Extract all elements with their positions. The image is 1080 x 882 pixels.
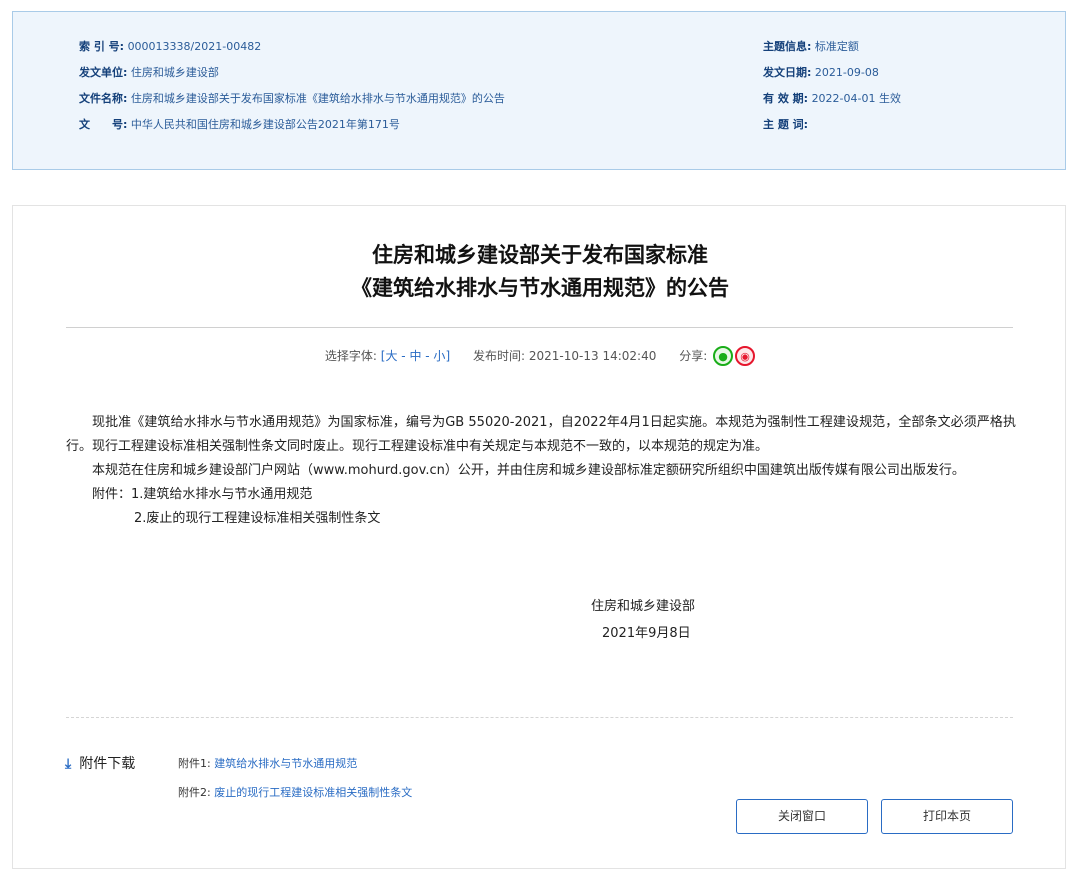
article-meta-bar: 选择字体: [大 - 中 - 小] 发布时间: 2021-10-13 14:02… [13, 345, 1067, 367]
weibo-share-icon[interactable]: ◉ [735, 345, 756, 366]
article-paragraph: 现批准《建筑给水排水与节水通用规范》为国家标准，编号为GB 55020-2021… [66, 415, 1016, 454]
issuer-row: 发文单位: 住房和城乡建设部 [79, 66, 219, 80]
print-page-button[interactable]: 打印本页 [881, 799, 1013, 834]
docno-value: 中华人民共和国住房和城乡建设部公告2021年第171号 [130, 118, 400, 131]
index-number-row: 索 引 号: 000013338/2021-00482 [79, 40, 261, 54]
attachment-link[interactable]: 建筑给水排水与节水通用规范 [214, 757, 357, 770]
docno-row: 文 号: 中华人民共和国住房和城乡建设部公告2021年第171号 [79, 118, 400, 132]
signature-date: 2021年9月8日 [602, 626, 691, 641]
attachments-heading-label: 附件下载 [79, 756, 136, 772]
share-label: 分享: [679, 349, 708, 363]
attachment-item: 附件2: 废止的现行工程建设标准相关强制性条文 [178, 784, 412, 800]
docno-label: 文 号: [79, 118, 128, 131]
article-paragraph: 本规范在住房和城乡建设部门户网站（www.mohurd.gov.cn）公开，并由… [92, 463, 965, 478]
wechat-share-icon[interactable]: ● [713, 345, 734, 366]
document-info-panel: 索 引 号: 000013338/2021-00482 发文单位: 住房和城乡建… [12, 11, 1066, 170]
keywords-label: 主 题 词: [763, 118, 809, 131]
attachment-list-line: 2.废止的现行工程建设标准相关强制性条文 [134, 511, 381, 526]
attachment-prefix: 附件1: [178, 757, 211, 770]
issue-date-row: 发文日期: 2021-09-08 [763, 66, 879, 80]
topic-row: 主题信息: 标准定额 [763, 40, 859, 54]
filename-label: 文件名称: [79, 92, 128, 105]
font-small-button[interactable]: 小 [433, 349, 445, 363]
attachment-list-line: 附件：1.建筑给水排水与节水通用规范 [92, 487, 313, 502]
publish-time-label: 发布时间: [473, 349, 526, 363]
close-window-button[interactable]: 关闭窗口 [736, 799, 868, 834]
validity-value: 2022-04-01 生效 [811, 92, 901, 105]
attachment-link[interactable]: 废止的现行工程建设标准相关强制性条文 [214, 786, 412, 799]
topic-value: 标准定额 [814, 40, 859, 53]
article-body: 现批准《建筑给水排水与节水通用规范》为国家标准，编号为GB 55020-2021… [66, 411, 1016, 531]
article-title-line1: 住房和城乡建设部关于发布国家标准 [372, 243, 708, 267]
article-title-line2: 《建筑给水排水与节水通用规范》的公告 [351, 276, 729, 300]
font-large-button[interactable]: 大 [385, 349, 397, 363]
issue-date-label: 发文日期: [763, 66, 812, 79]
article-panel: 住房和城乡建设部关于发布国家标准 《建筑给水排水与节水通用规范》的公告 选择字体… [12, 205, 1066, 869]
font-separator: - [421, 349, 434, 363]
signature-org: 住房和城乡建设部 [591, 599, 696, 614]
filename-value: 住房和城乡建设部关于发布国家标准《建筑给水排水与节水通用规范》的公告 [130, 92, 505, 105]
attachments-heading: ⤓ 附件下载 [65, 753, 135, 773]
font-bracket-close: ] [445, 349, 451, 363]
publish-time-value: 2021-10-13 14:02:40 [528, 349, 657, 363]
index-number-label: 索 引 号: [79, 40, 125, 53]
download-icon: ⤓ [65, 756, 72, 772]
index-number-value: 000013338/2021-00482 [127, 40, 262, 53]
attachments-divider [66, 717, 1013, 718]
attachment-item: 附件1: 建筑给水排水与节水通用规范 [178, 755, 357, 771]
font-separator: - [397, 349, 410, 363]
attachment-prefix: 附件2: [178, 786, 211, 799]
font-medium-button[interactable]: 中 [409, 349, 421, 363]
issuer-label: 发文单位: [79, 66, 128, 79]
font-size-label: 选择字体: [324, 349, 377, 363]
issuer-value: 住房和城乡建设部 [130, 66, 219, 79]
issue-date-value: 2021-09-08 [814, 66, 879, 79]
validity-label: 有 效 期: [763, 92, 809, 105]
title-divider [66, 327, 1013, 328]
validity-row: 有 效 期: 2022-04-01 生效 [763, 92, 901, 106]
keywords-row: 主 题 词: [763, 118, 808, 132]
filename-row: 文件名称: 住房和城乡建设部关于发布国家标准《建筑给水排水与节水通用规范》的公告 [79, 92, 505, 106]
topic-label: 主题信息: [763, 40, 812, 53]
